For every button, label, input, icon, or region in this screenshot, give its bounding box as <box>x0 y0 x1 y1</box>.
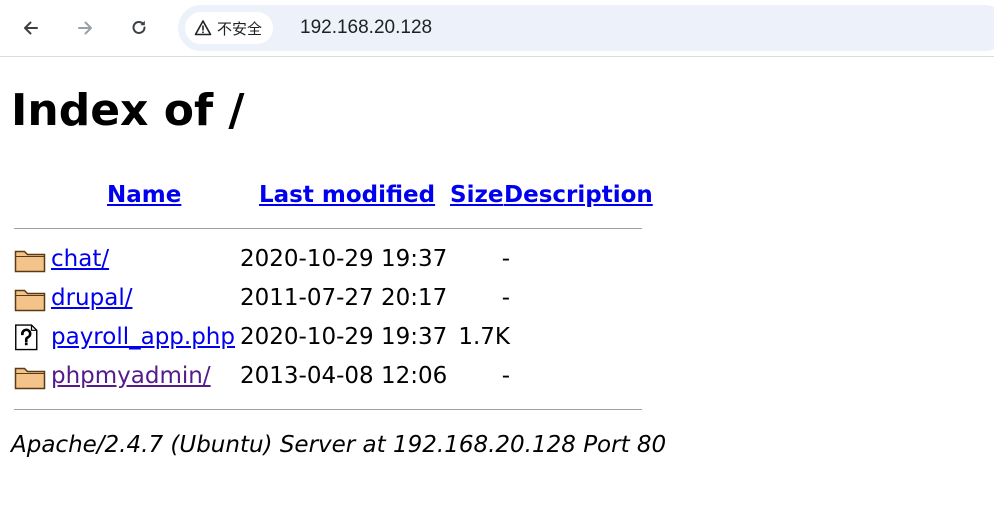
page-title: Index of / <box>11 85 245 136</box>
forward-button[interactable] <box>69 12 101 44</box>
security-indicator[interactable]: 不安全 <box>185 12 274 44</box>
entry-link[interactable]: drupal/ <box>51 279 132 318</box>
folder-icon <box>14 289 46 312</box>
sort-by-size-link[interactable]: Size <box>450 173 503 217</box>
entry-size: - <box>501 363 510 389</box>
listing-row: payroll_app.php 2020-10-29 19:37 1.7K <box>14 318 642 357</box>
reload-button[interactable] <box>123 12 155 44</box>
entry-modified: 2020-10-29 19:37 <box>240 246 448 272</box>
unknown-file-icon <box>15 324 38 351</box>
sort-by-last-modified-link[interactable]: Last modified <box>259 173 435 217</box>
warning-icon <box>194 20 212 36</box>
listing-header: Name Last modified Size Description <box>14 173 653 219</box>
security-label: 不安全 <box>217 19 263 38</box>
entry-size: - <box>501 246 510 272</box>
page-content: Index of / Name Last modified Size Descr… <box>0 57 994 513</box>
server-signature: Apache/2.4.7 (Ubuntu) Server at 192.168.… <box>11 432 667 458</box>
sort-by-description-link[interactable]: Description <box>504 173 653 217</box>
entry-size: 1.7K <box>458 324 510 350</box>
entry-link[interactable]: payroll_app.php <box>51 318 235 357</box>
arrow-right-icon <box>78 21 92 35</box>
url-text[interactable]: 192.168.20.128 <box>300 5 432 51</box>
entry-size: - <box>501 285 510 311</box>
arrow-left-icon <box>24 21 38 35</box>
entry-modified: 2013-04-08 12:06 <box>240 363 448 389</box>
browser-toolbar: 不安全 192.168.20.128 <box>0 0 994 57</box>
back-button[interactable] <box>15 12 47 44</box>
folder-icon <box>14 250 46 273</box>
listing-row: drupal/ 2011-07-27 20:17 - <box>14 279 642 318</box>
entry-link[interactable]: chat/ <box>51 240 109 279</box>
entry-modified: 2011-07-27 20:17 <box>240 285 448 311</box>
divider <box>14 409 642 410</box>
listing-row: chat/ 2020-10-29 19:37 - <box>14 240 642 279</box>
entry-modified: 2020-10-29 19:37 <box>240 324 448 350</box>
divider <box>14 228 642 229</box>
entry-link[interactable]: phpmyadmin/ <box>51 357 211 396</box>
listing-row: phpmyadmin/ 2013-04-08 12:06 - <box>14 357 642 396</box>
directory-listing: Name Last modified Size Description chat… <box>14 173 653 421</box>
address-bar[interactable]: 不安全 192.168.20.128 <box>178 5 994 51</box>
folder-icon <box>14 367 46 390</box>
reload-icon <box>132 20 146 34</box>
sort-by-name-link[interactable]: Name <box>107 173 181 217</box>
